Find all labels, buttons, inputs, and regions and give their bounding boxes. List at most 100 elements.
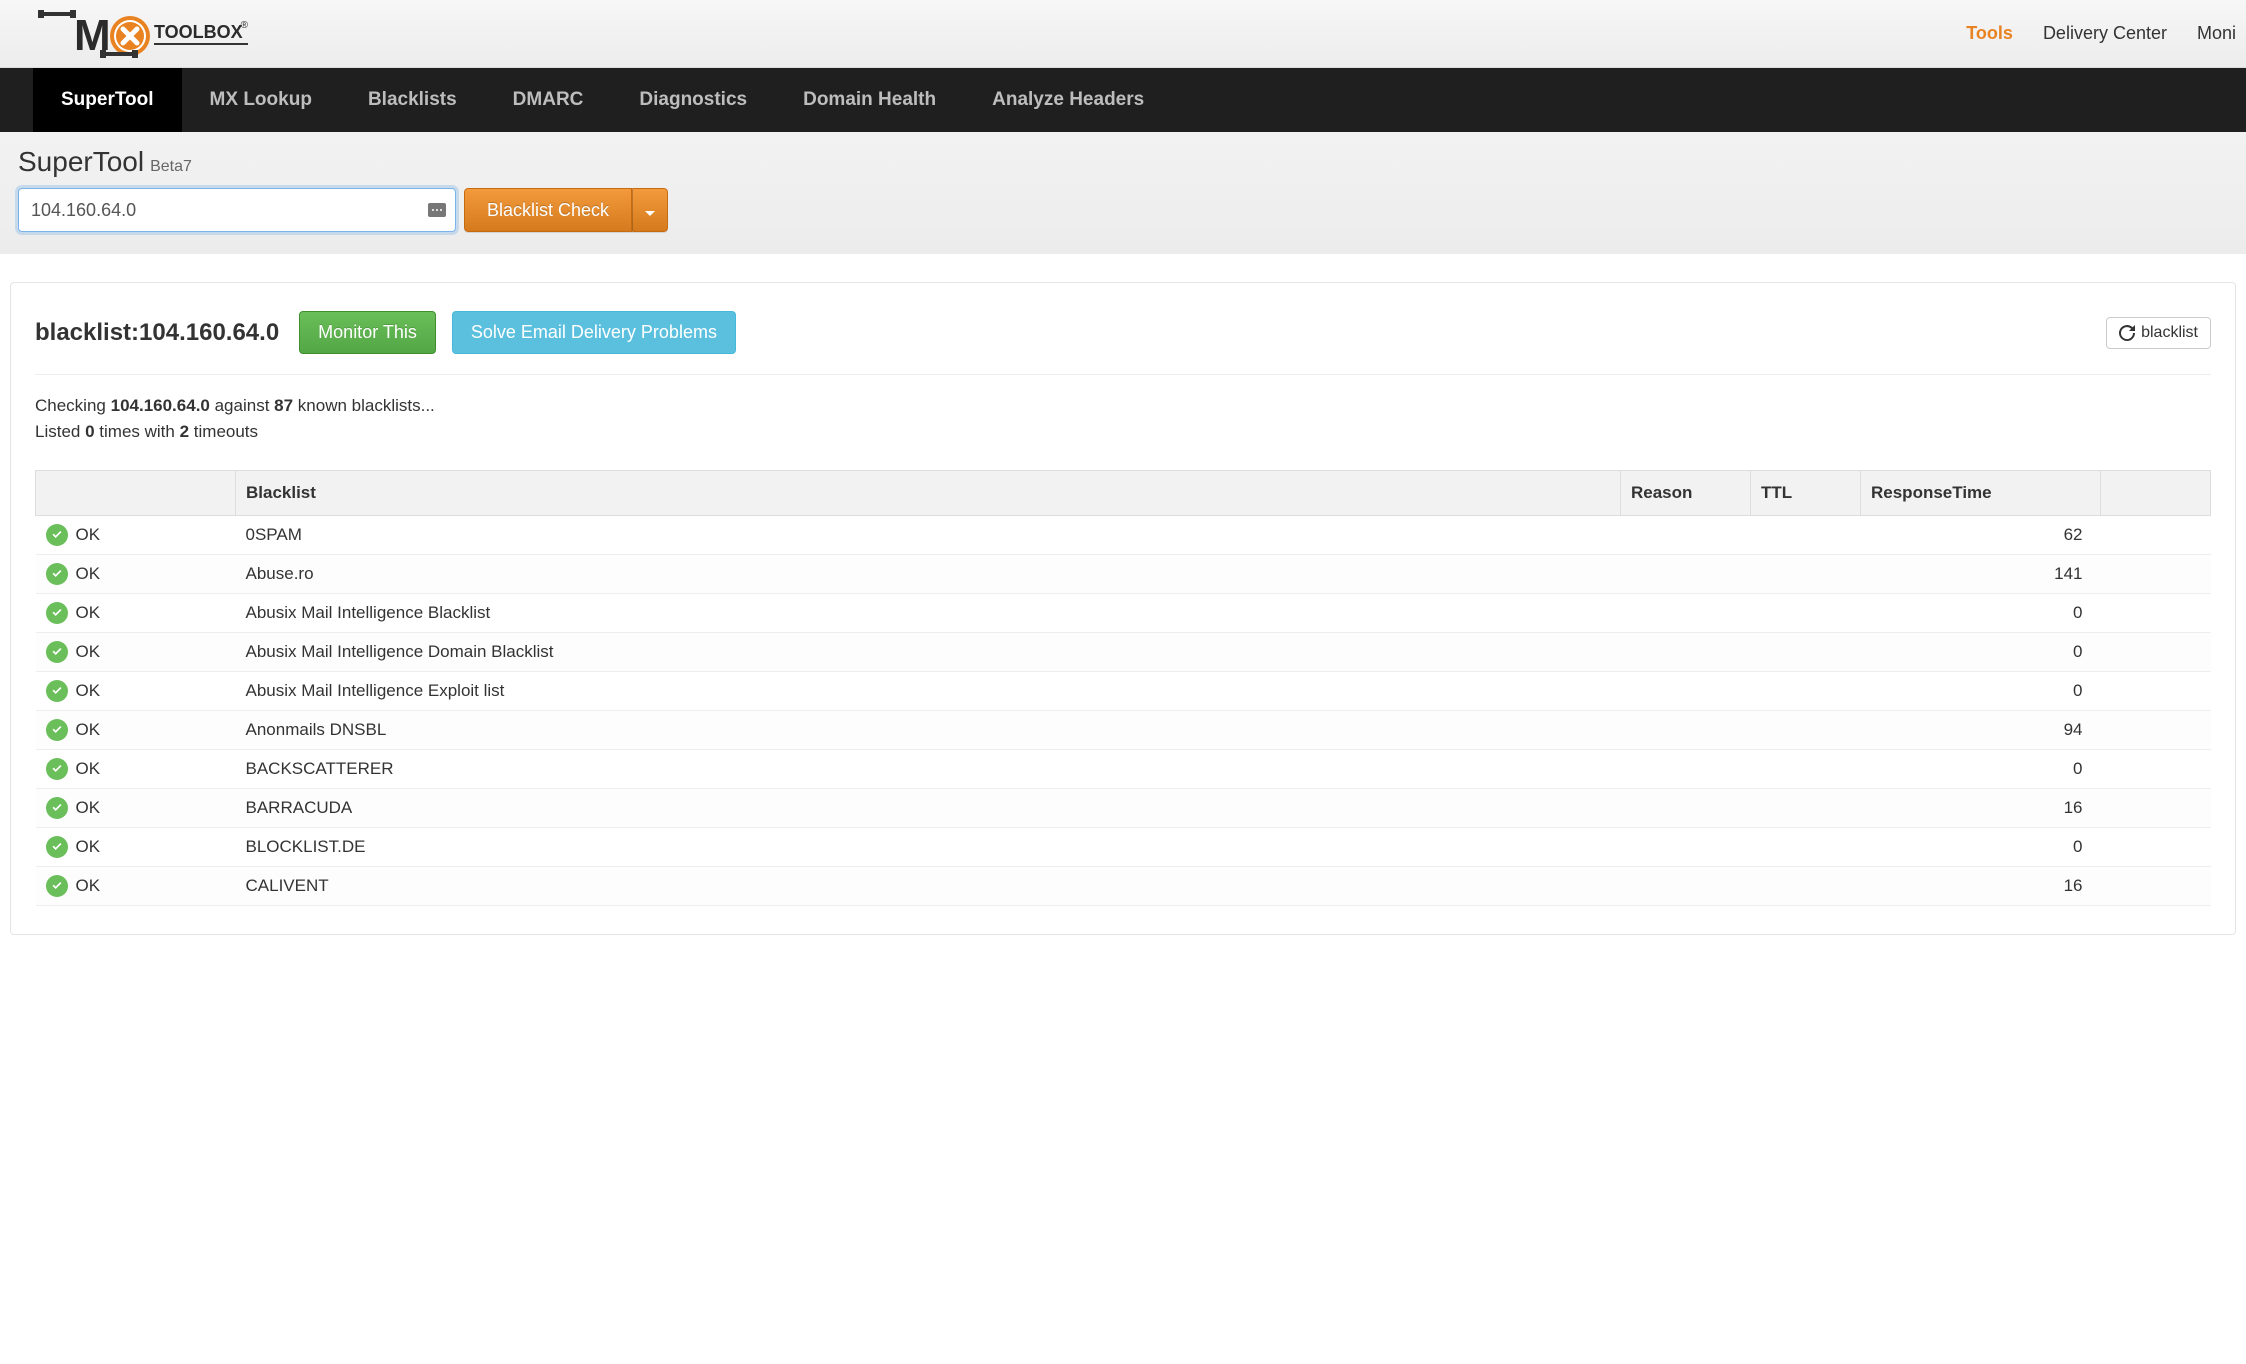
ttl-cell: [1751, 633, 1861, 672]
reason-cell: [1621, 516, 1751, 555]
reason-cell: [1621, 672, 1751, 711]
check-circle-icon: [46, 563, 68, 585]
status-cell: OK: [36, 867, 236, 906]
action-dropdown-toggle[interactable]: [632, 188, 668, 232]
tab-diagnostics[interactable]: Diagnostics: [611, 68, 775, 132]
search-input-wrap: [18, 188, 456, 232]
result-header: blacklist:104.160.64.0 Monitor This Solv…: [35, 311, 2211, 375]
monitor-this-button[interactable]: Monitor This: [299, 311, 436, 354]
status-cell: OK: [36, 711, 236, 750]
content: blacklist:104.160.64.0 Monitor This Solv…: [0, 254, 2246, 935]
blacklist-name[interactable]: BARRACUDA: [236, 789, 1621, 828]
col-status: [36, 471, 236, 516]
tail-cell: [2101, 867, 2211, 906]
search-input[interactable]: [18, 188, 456, 232]
action-button-group: Blacklist Check: [464, 188, 668, 232]
refresh-icon: [2119, 325, 2135, 341]
refresh-button[interactable]: blacklist: [2106, 317, 2211, 349]
page-title: SuperTool Beta7: [18, 146, 2228, 178]
topnav-monitoring[interactable]: Moni: [2197, 23, 2236, 44]
summary: Checking 104.160.64.0 against 87 known b…: [35, 393, 2211, 444]
topnav-delivery-center[interactable]: Delivery Center: [2043, 23, 2167, 44]
tab-analyze-headers[interactable]: Analyze Headers: [964, 68, 1172, 132]
response-time-cell: 0: [1861, 633, 2101, 672]
blacklist-name[interactable]: Anonmails DNSBL: [236, 711, 1621, 750]
solve-problems-button[interactable]: Solve Email Delivery Problems: [452, 311, 736, 354]
keyboard-icon[interactable]: [428, 203, 446, 217]
status-text: OK: [76, 837, 101, 857]
tab-domain-health[interactable]: Domain Health: [775, 68, 964, 132]
blacklist-name[interactable]: BACKSCATTERER: [236, 750, 1621, 789]
top-nav: Tools Delivery Center Moni: [1966, 23, 2236, 44]
tab-blacklists[interactable]: Blacklists: [340, 68, 485, 132]
blacklist-name[interactable]: CALIVENT: [236, 867, 1621, 906]
table-row: OK 0SPAM 62: [36, 516, 2211, 555]
check-circle-icon: [46, 680, 68, 702]
summary-text: Listed: [35, 422, 85, 441]
status-cell: OK: [36, 750, 236, 789]
tab-supertool[interactable]: SuperTool: [33, 68, 182, 132]
status-text: OK: [76, 759, 101, 779]
blacklist-name[interactable]: Abusix Mail Intelligence Blacklist: [236, 594, 1621, 633]
response-time-cell: 62: [1861, 516, 2101, 555]
ttl-cell: [1751, 867, 1861, 906]
caret-down-icon: [645, 211, 655, 216]
search-row: Blacklist Check: [18, 188, 2228, 232]
ttl-cell: [1751, 828, 1861, 867]
response-time-cell: 141: [1861, 555, 2101, 594]
table-row: OKBACKSCATTERER0: [36, 750, 2211, 789]
table-row: OK BLOCKLIST.DE 0: [36, 828, 2211, 867]
status-text: OK: [76, 642, 101, 662]
blacklist-name[interactable]: BLOCKLIST.DE: [236, 828, 1621, 867]
blacklist-check-button[interactable]: Blacklist Check: [464, 188, 632, 232]
tab-dmarc[interactable]: DMARC: [485, 68, 612, 132]
reason-cell: [1621, 789, 1751, 828]
refresh-label: blacklist: [2141, 324, 2198, 342]
col-response-time: ResponseTime: [1861, 471, 2101, 516]
summary-text: times with: [95, 422, 180, 441]
reason-cell: [1621, 867, 1751, 906]
search-section: SuperTool Beta7 Blacklist Check: [0, 132, 2246, 254]
tab-mx-lookup[interactable]: MX Lookup: [182, 68, 340, 132]
topnav-tools[interactable]: Tools: [1966, 23, 2013, 44]
col-reason: Reason: [1621, 471, 1751, 516]
blacklist-name[interactable]: Abusix Mail Intelligence Exploit list: [236, 672, 1621, 711]
topbar: M TOOLBOX ® Tools Delivery Center Moni: [0, 0, 2246, 68]
blacklist-name[interactable]: Abusix Mail Intelligence Domain Blacklis…: [236, 633, 1621, 672]
tail-cell: [2101, 633, 2211, 672]
table-row: OK Abusix Mail Intelligence Domain Blackl…: [36, 633, 2211, 672]
response-time-cell: 0: [1861, 672, 2101, 711]
subnav: SuperTool MX Lookup Blacklists DMARC Dia…: [0, 68, 2246, 132]
tail-cell: [2101, 594, 2211, 633]
result-card: blacklist:104.160.64.0 Monitor This Solv…: [10, 282, 2236, 935]
check-circle-icon: [46, 836, 68, 858]
reason-cell: [1621, 711, 1751, 750]
summary-timeout-count: 2: [180, 422, 189, 441]
summary-text: against: [210, 396, 274, 415]
summary-bl-count: 87: [274, 396, 293, 415]
summary-text: known blacklists...: [293, 396, 435, 415]
response-time-cell: 16: [1861, 789, 2101, 828]
ttl-cell: [1751, 750, 1861, 789]
status-cell: OK: [36, 555, 236, 594]
tail-cell: [2101, 672, 2211, 711]
status-cell: OK: [36, 789, 236, 828]
result-title: blacklist:104.160.64.0: [35, 319, 279, 347]
tail-cell: [2101, 516, 2211, 555]
blacklist-name[interactable]: Abuse.ro: [236, 555, 1621, 594]
status-text: OK: [76, 798, 101, 818]
status-text: OK: [76, 564, 101, 584]
status-cell: OK: [36, 672, 236, 711]
table-row: OKAnonmails DNSBL94: [36, 711, 2211, 750]
table-row: OK BARRACUDA 16: [36, 789, 2211, 828]
check-circle-icon: [46, 524, 68, 546]
summary-ip: 104.160.64.0: [111, 396, 210, 415]
status-text: OK: [76, 525, 101, 545]
blacklist-name[interactable]: 0SPAM: [236, 516, 1621, 555]
status-cell: OK: [36, 516, 236, 555]
logo[interactable]: M TOOLBOX ®: [38, 6, 248, 62]
check-circle-icon: [46, 797, 68, 819]
response-time-cell: 0: [1861, 828, 2101, 867]
table-header-row: Blacklist Reason TTL ResponseTime: [36, 471, 2211, 516]
status-text: OK: [76, 681, 101, 701]
